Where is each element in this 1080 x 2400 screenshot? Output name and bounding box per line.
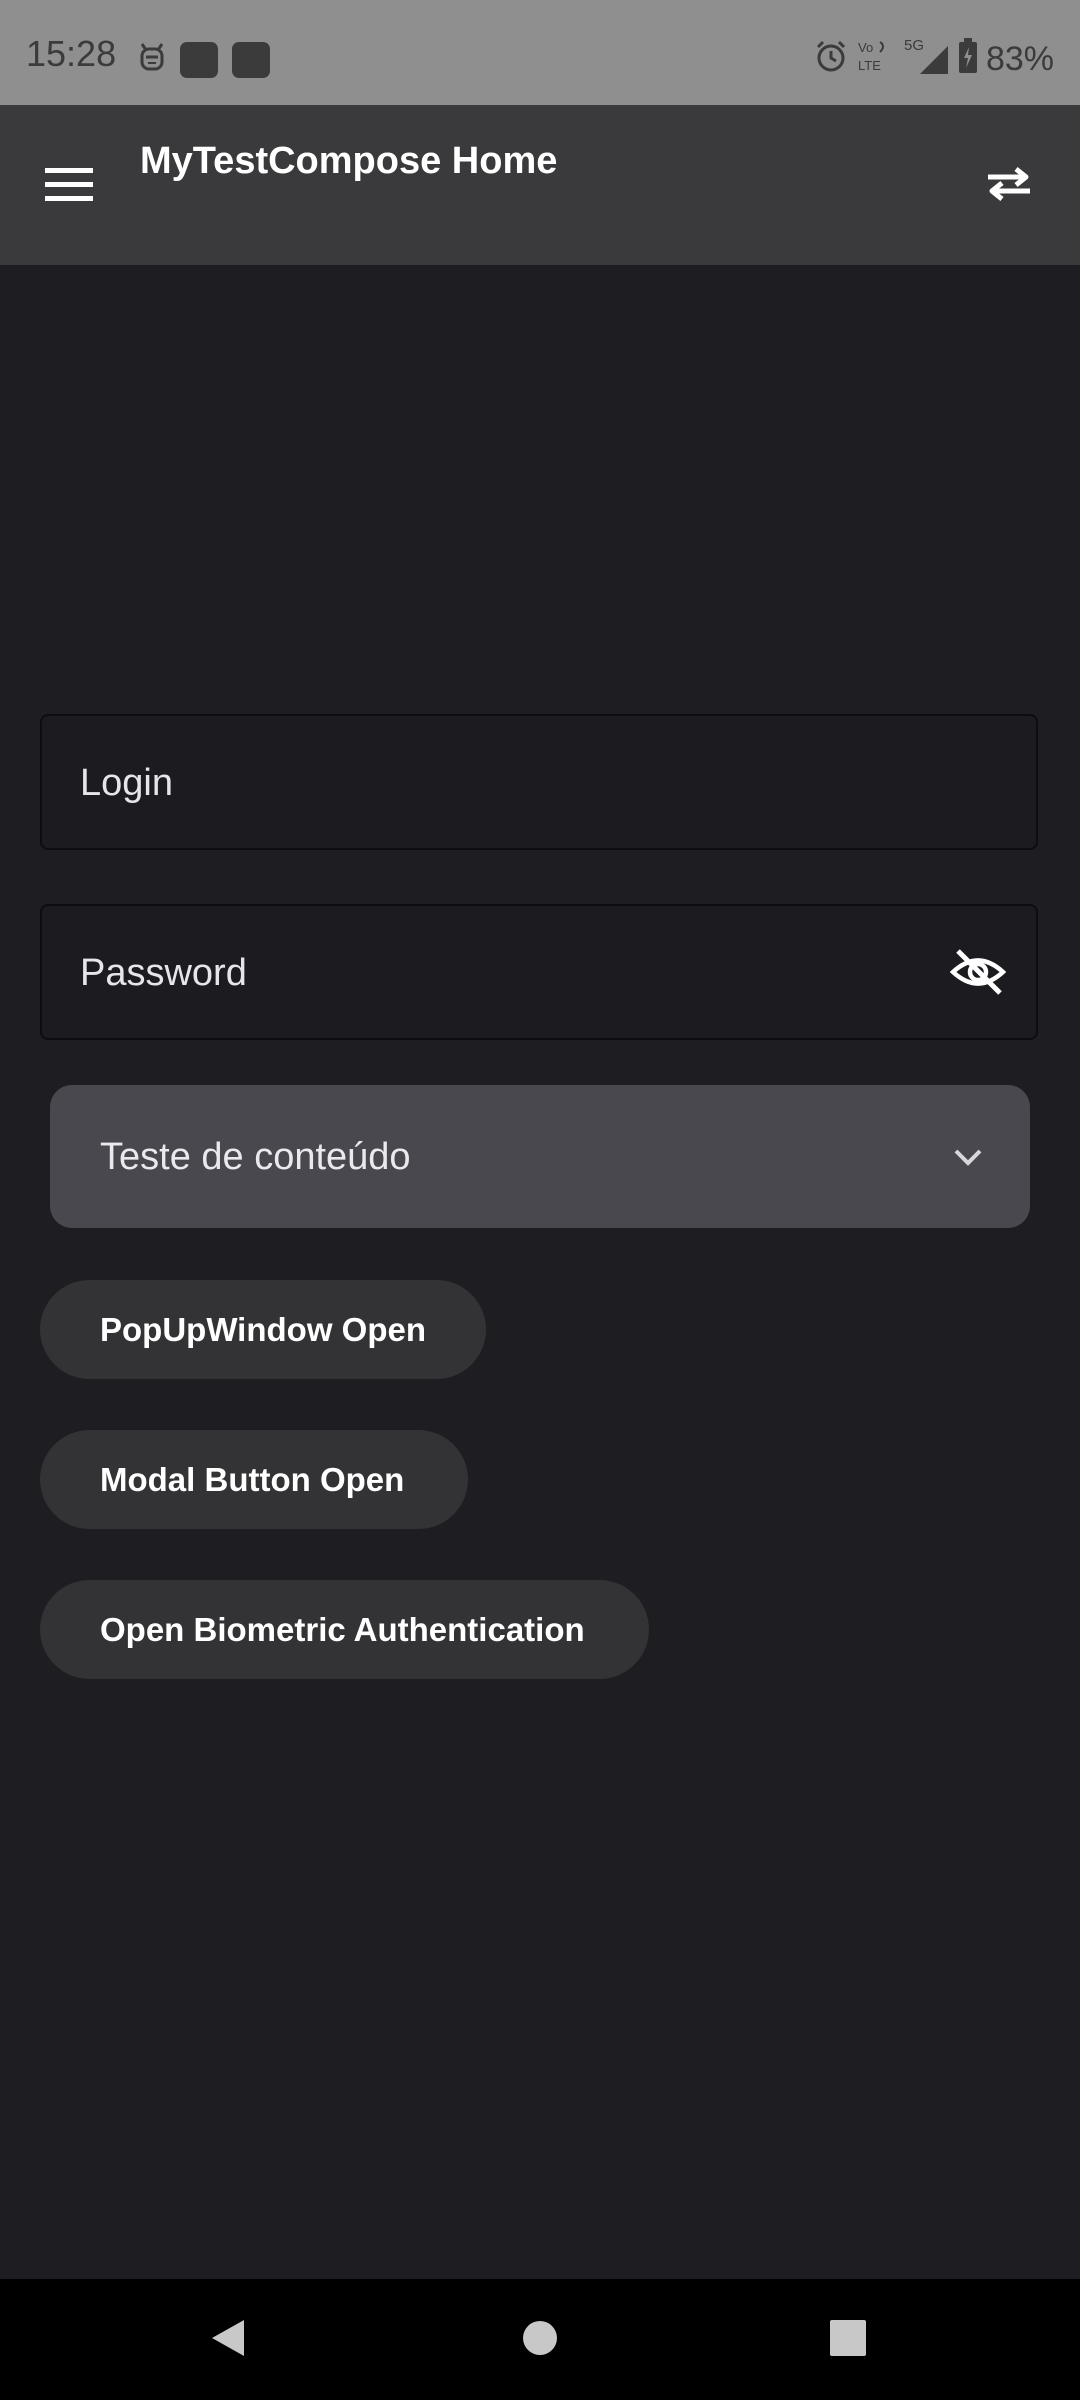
status-time: 15:28: [26, 33, 117, 74]
back-triangle-icon: [208, 2316, 248, 2365]
content-dropdown[interactable]: Teste de conteúdo: [50, 1085, 1030, 1228]
login-label: Login: [80, 762, 173, 804]
volte-vo-text: Vo: [858, 40, 873, 55]
home-circle-icon: [520, 2318, 560, 2363]
password-label: Password: [80, 952, 247, 994]
login-field[interactable]: Login: [40, 714, 1038, 850]
hamburger-menu-icon: [45, 166, 93, 207]
recents-button[interactable]: [823, 2315, 873, 2365]
password-field[interactable]: Password: [40, 904, 1038, 1040]
modal-button-open-button[interactable]: Modal Button Open: [40, 1430, 468, 1529]
open-biometric-authentication-button[interactable]: Open Biometric Authentication: [40, 1580, 649, 1679]
app-square-icon: [232, 41, 270, 78]
swap-button[interactable]: [978, 155, 1040, 217]
back-button[interactable]: [203, 2315, 253, 2365]
app-title: MyTestCompose Home: [140, 140, 558, 182]
signal-icon: 5G: [904, 36, 950, 81]
alarm-icon: [814, 39, 848, 78]
recents-square-icon: [828, 2318, 868, 2363]
dropdown-selected-value: Teste de conteúdo: [100, 1136, 411, 1178]
cat-face-icon: [138, 40, 166, 79]
battery-percent: 83%: [985, 39, 1054, 78]
app-square-icon: [180, 41, 218, 78]
password-visibility-toggle[interactable]: [948, 944, 1008, 1004]
menu-button[interactable]: [36, 153, 102, 219]
system-status-icons: Vo LTE 5G 83%: [814, 36, 1054, 81]
top-app-bar: MyTestCompose Home: [0, 105, 1080, 265]
notification-icons: [138, 40, 270, 79]
system-navigation-bar: [0, 2279, 1080, 2400]
battery-charging-icon: [958, 38, 978, 79]
volte-lte-text: LTE: [858, 58, 881, 73]
popup-window-open-button[interactable]: PopUpWindow Open: [40, 1280, 486, 1379]
home-button[interactable]: [515, 2315, 565, 2365]
network-5g-text: 5G: [904, 37, 924, 54]
chevron-down-icon: [948, 1137, 988, 1177]
app-screen: 15:28 Vo LTE 5G 83% MyTestCompose Home L…: [0, 0, 1080, 2400]
eye-off-icon: [949, 947, 1007, 1002]
swap-arrows-icon: [984, 164, 1034, 209]
volte-icon: Vo LTE: [856, 38, 896, 79]
status-bar: 15:28 Vo LTE 5G 83%: [0, 0, 1080, 105]
